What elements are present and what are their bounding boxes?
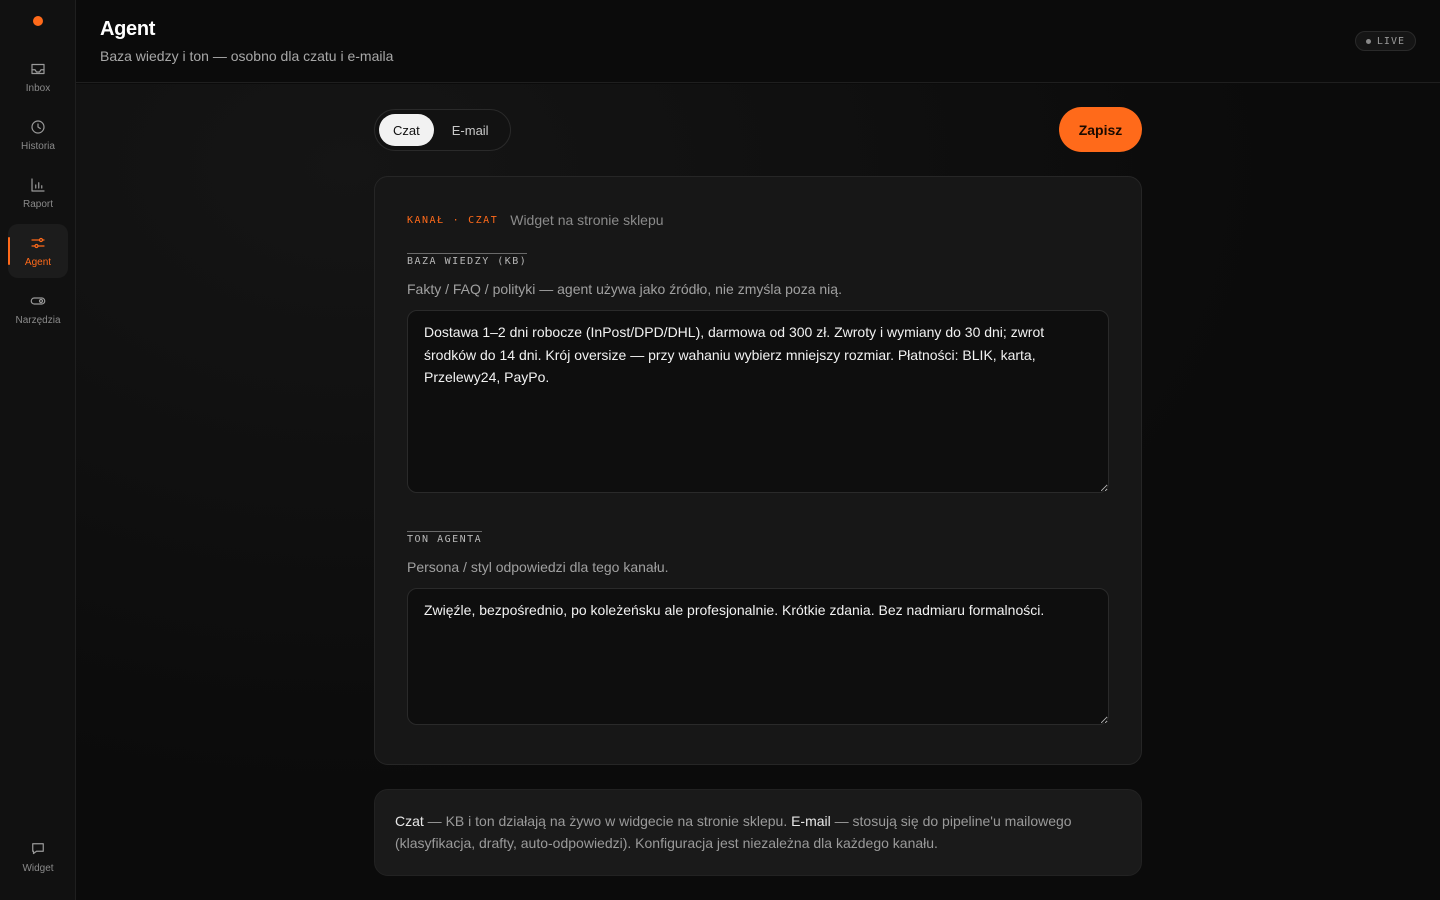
page-subtitle: Baza wiedzy i ton — osobno dla czatu i e… <box>100 48 394 64</box>
kb-section-help: Fakty / FAQ / polityki — agent używa jak… <box>407 281 842 297</box>
sidebar-item-label: Narzędzia <box>15 315 61 326</box>
sidebar-item-label: Raport <box>22 199 53 210</box>
tone-textarea[interactable]: Zwięźle, bezpośrednio, po koleżeńsku ale… <box>407 588 1109 725</box>
status-badge: LIVE <box>1354 31 1416 51</box>
channel-separator: · <box>452 214 461 226</box>
sliders-icon <box>31 237 45 249</box>
sidebar-item-widget[interactable]: Widget <box>8 830 68 884</box>
tab-czat[interactable]: Czat <box>379 114 434 146</box>
sidebar-item-raport[interactable]: Raport <box>8 166 68 220</box>
inbox-icon <box>31 63 45 75</box>
agent-config-card: KANAŁ · CZAT Widget na stronie sklepu BA… <box>374 176 1142 765</box>
info-email-label: E-mail <box>791 813 831 829</box>
info-czat-text: — KB i ton działają na żywo w widgecie n… <box>423 813 792 829</box>
kb-section-label: BAZA WIEDZY (KB) <box>407 253 528 267</box>
save-button[interactable]: Zapisz <box>1059 107 1142 152</box>
channel-description: Widget na stronie sklepu <box>510 212 664 228</box>
chat-bubble-icon <box>32 843 44 855</box>
sidebar-item-label: Historia <box>21 141 55 152</box>
channel-info-note: Czat — KB i ton działają na żywo w widge… <box>374 789 1142 876</box>
channel-line: KANAŁ · CZAT Widget na stronie sklepu <box>407 212 664 228</box>
sidebar-item-label: Agent <box>24 257 52 268</box>
toggle-icon <box>30 297 46 305</box>
page-title: Agent <box>100 18 156 40</box>
sidebar-item-inbox[interactable]: Inbox <box>8 50 68 104</box>
clock-icon <box>31 120 45 134</box>
channel-prefix: KANAŁ <box>407 214 445 226</box>
brand-logo-dot <box>33 16 43 26</box>
sidebar-item-narzedzia[interactable]: Narzędzia <box>8 282 68 336</box>
sidebar: Inbox Historia Raport Agent Narzędzia Wi… <box>0 0 76 900</box>
kb-textarea[interactable]: Dostawa 1–2 dni robocze (InPost/DPD/DHL)… <box>407 310 1109 493</box>
bar-chart-icon <box>31 178 45 192</box>
sidebar-item-historia[interactable]: Historia <box>8 108 68 162</box>
tone-section-label: TON AGENTA <box>407 531 483 545</box>
sidebar-item-agent[interactable]: Agent <box>8 224 68 278</box>
channel-name: CZAT <box>468 214 499 226</box>
sidebar-item-label: Inbox <box>25 83 51 94</box>
info-czat-label: Czat <box>395 813 424 829</box>
channel-tabs: Czat E-mail <box>374 109 511 151</box>
status-badge-label: LIVE <box>1376 35 1405 47</box>
status-dot-icon <box>1365 38 1371 44</box>
tone-section-help: Persona / styl odpowiedzi dla tego kanał… <box>407 559 669 575</box>
tab-email[interactable]: E-mail <box>438 114 503 146</box>
sidebar-item-label: Widget <box>22 863 54 874</box>
page-header: Agent Baza wiedzy i ton — osobno dla cza… <box>76 0 1440 83</box>
